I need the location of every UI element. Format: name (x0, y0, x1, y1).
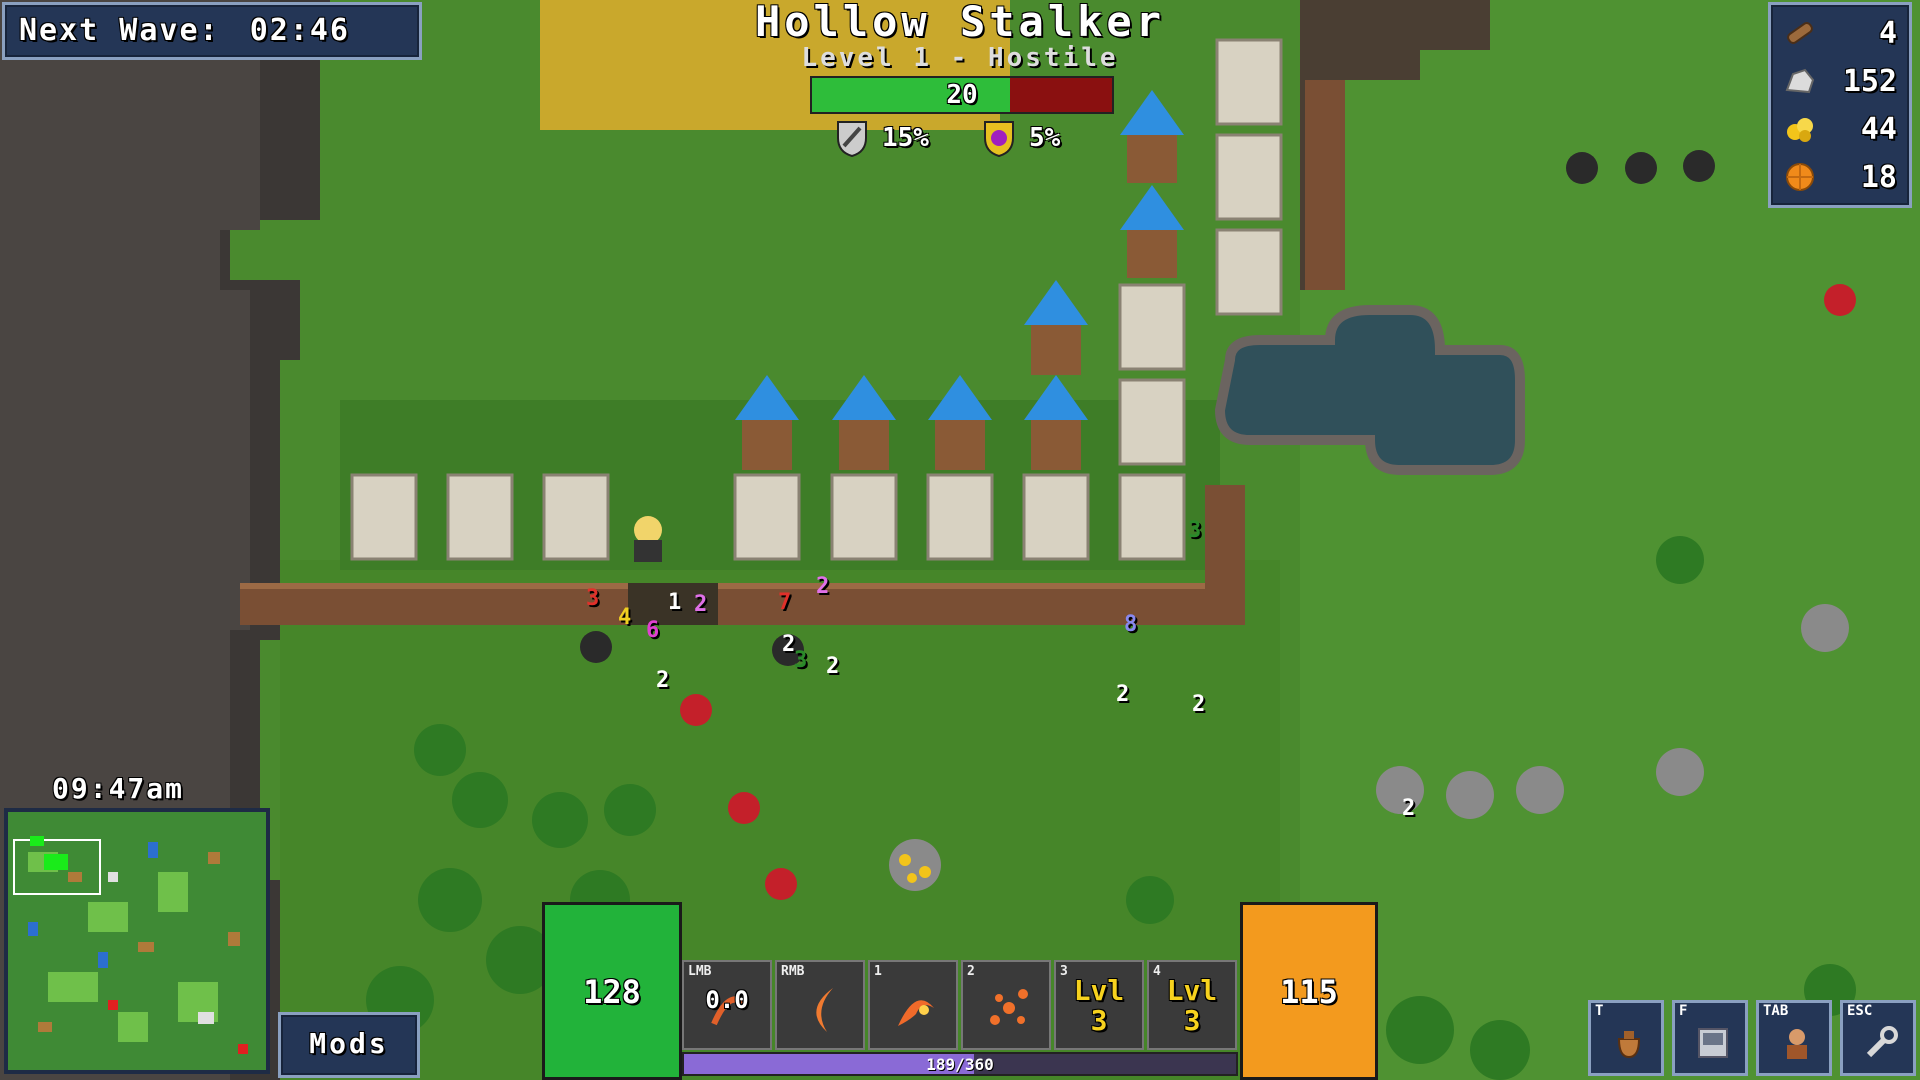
character-button[interactable]: TAB (1756, 1000, 1832, 1076)
damage-number: 3 (794, 648, 808, 673)
wrench-icon (1866, 1026, 1898, 1058)
slot-key: LMB (688, 964, 712, 979)
damage-number: 8 (1124, 612, 1138, 637)
menu-key: T (1595, 1003, 1604, 1019)
hotbar-slot-lmb[interactable]: LMB 0.0 (682, 960, 772, 1050)
character-icon (1787, 1029, 1807, 1059)
xp-bar: 189/360 (682, 1052, 1238, 1076)
slot-level-requirement: Lvl 3 (1073, 974, 1125, 1037)
minimap[interactable] (4, 808, 270, 1074)
menu-key: TAB (1763, 1003, 1789, 1019)
menu-key: F (1679, 1003, 1688, 1019)
target-subtitle: Level 1 - Hostile (801, 43, 1119, 73)
target-stats: 15% 5% (832, 118, 1060, 158)
xp-text: 189/360 (926, 1055, 994, 1074)
damage-number: 2 (1402, 796, 1416, 821)
slot-key: 1 (874, 964, 882, 979)
target-info: Hollow Stalker Level 1 - Hostile 20 15% … (660, 0, 1260, 160)
next-wave-panel: Next Wave: 02:46 (2, 2, 422, 60)
resource-stone: 152 (1771, 57, 1909, 105)
resources-panel: 4 152 44 18 (1768, 2, 1912, 208)
damage-number: 4 (618, 605, 632, 630)
hotbar-slot-3[interactable]: 3 Lvl 3 (1054, 960, 1144, 1050)
health-value: 128 (583, 973, 641, 1011)
resource-value: 152 (1842, 63, 1897, 99)
energy-block: 115 (1240, 902, 1378, 1080)
energy-value: 115 (1280, 973, 1338, 1011)
crescent-slash-icon (816, 988, 833, 1032)
mods-button[interactable]: Mods (278, 1012, 420, 1078)
resource-value: 4 (1878, 15, 1897, 51)
next-wave-timer: 02:46 (249, 13, 350, 48)
damage-number: 2 (1116, 682, 1130, 707)
target-health-value: 20 (946, 80, 978, 110)
magic-resist-icon (983, 121, 1014, 158)
damage-number: 7 (778, 590, 792, 615)
damage-number: 2 (826, 654, 840, 679)
mods-label: Mods (309, 1027, 389, 1060)
magic-resist-value: 5% (1028, 123, 1061, 153)
terminal-button[interactable]: F (1672, 1000, 1748, 1076)
resource-wood: 4 (1771, 9, 1909, 57)
stone-icon (1785, 68, 1815, 94)
damage-number: 6 (646, 618, 660, 643)
damage-number: 2 (694, 592, 708, 617)
health-block: 128 (542, 902, 682, 1080)
wood-log-icon (1787, 22, 1813, 44)
settings-button[interactable]: ESC (1840, 1000, 1916, 1076)
slot-key: 2 (967, 964, 975, 979)
armor-shield-icon (837, 121, 867, 158)
flame-swirl-icon (898, 1000, 934, 1026)
damage-number: 2 (816, 574, 830, 599)
minimap-render (8, 812, 266, 1070)
damage-number: 1 (668, 590, 682, 615)
damage-number: 3 (1188, 518, 1202, 543)
slot-key: RMB (781, 964, 805, 979)
slot-cooldown: 0.0 (705, 986, 749, 1014)
target-health-bar: 20 (810, 76, 1114, 114)
damage-number: 3 (586, 586, 600, 611)
hotbar-slot-4[interactable]: 4 Lvl 3 (1147, 960, 1237, 1050)
resource-value: 44 (1860, 111, 1897, 147)
target-name: Hollow Stalker (754, 0, 1165, 46)
game-clock: 09:47am (52, 772, 185, 805)
slot-level-requirement: Lvl 3 (1166, 974, 1218, 1037)
resource-gem: 18 (1771, 153, 1909, 201)
resource-value: 18 (1860, 159, 1897, 195)
menu-key: ESC (1847, 1003, 1873, 1019)
armor-value: 15% (882, 123, 929, 153)
next-wave-label: Next Wave: (19, 13, 220, 48)
damage-number: 2 (656, 668, 670, 693)
hotbar-slot-2[interactable]: 2 (961, 960, 1051, 1050)
resource-gold: 44 (1771, 105, 1909, 153)
bag-icon (1617, 1031, 1641, 1059)
hotbar-slot-rmb[interactable]: RMB (775, 960, 865, 1050)
inventory-button[interactable]: T (1588, 1000, 1664, 1076)
gold-ore-icon (1787, 118, 1813, 142)
terminal-icon (1698, 1028, 1728, 1058)
orange-gem-icon (1786, 163, 1814, 191)
game-world[interactable] (0, 0, 1920, 1080)
damage-number: 2 (1192, 692, 1206, 717)
hotbar-slot-1[interactable]: 1 (868, 960, 958, 1050)
spark-burst-icon (990, 989, 1028, 1025)
